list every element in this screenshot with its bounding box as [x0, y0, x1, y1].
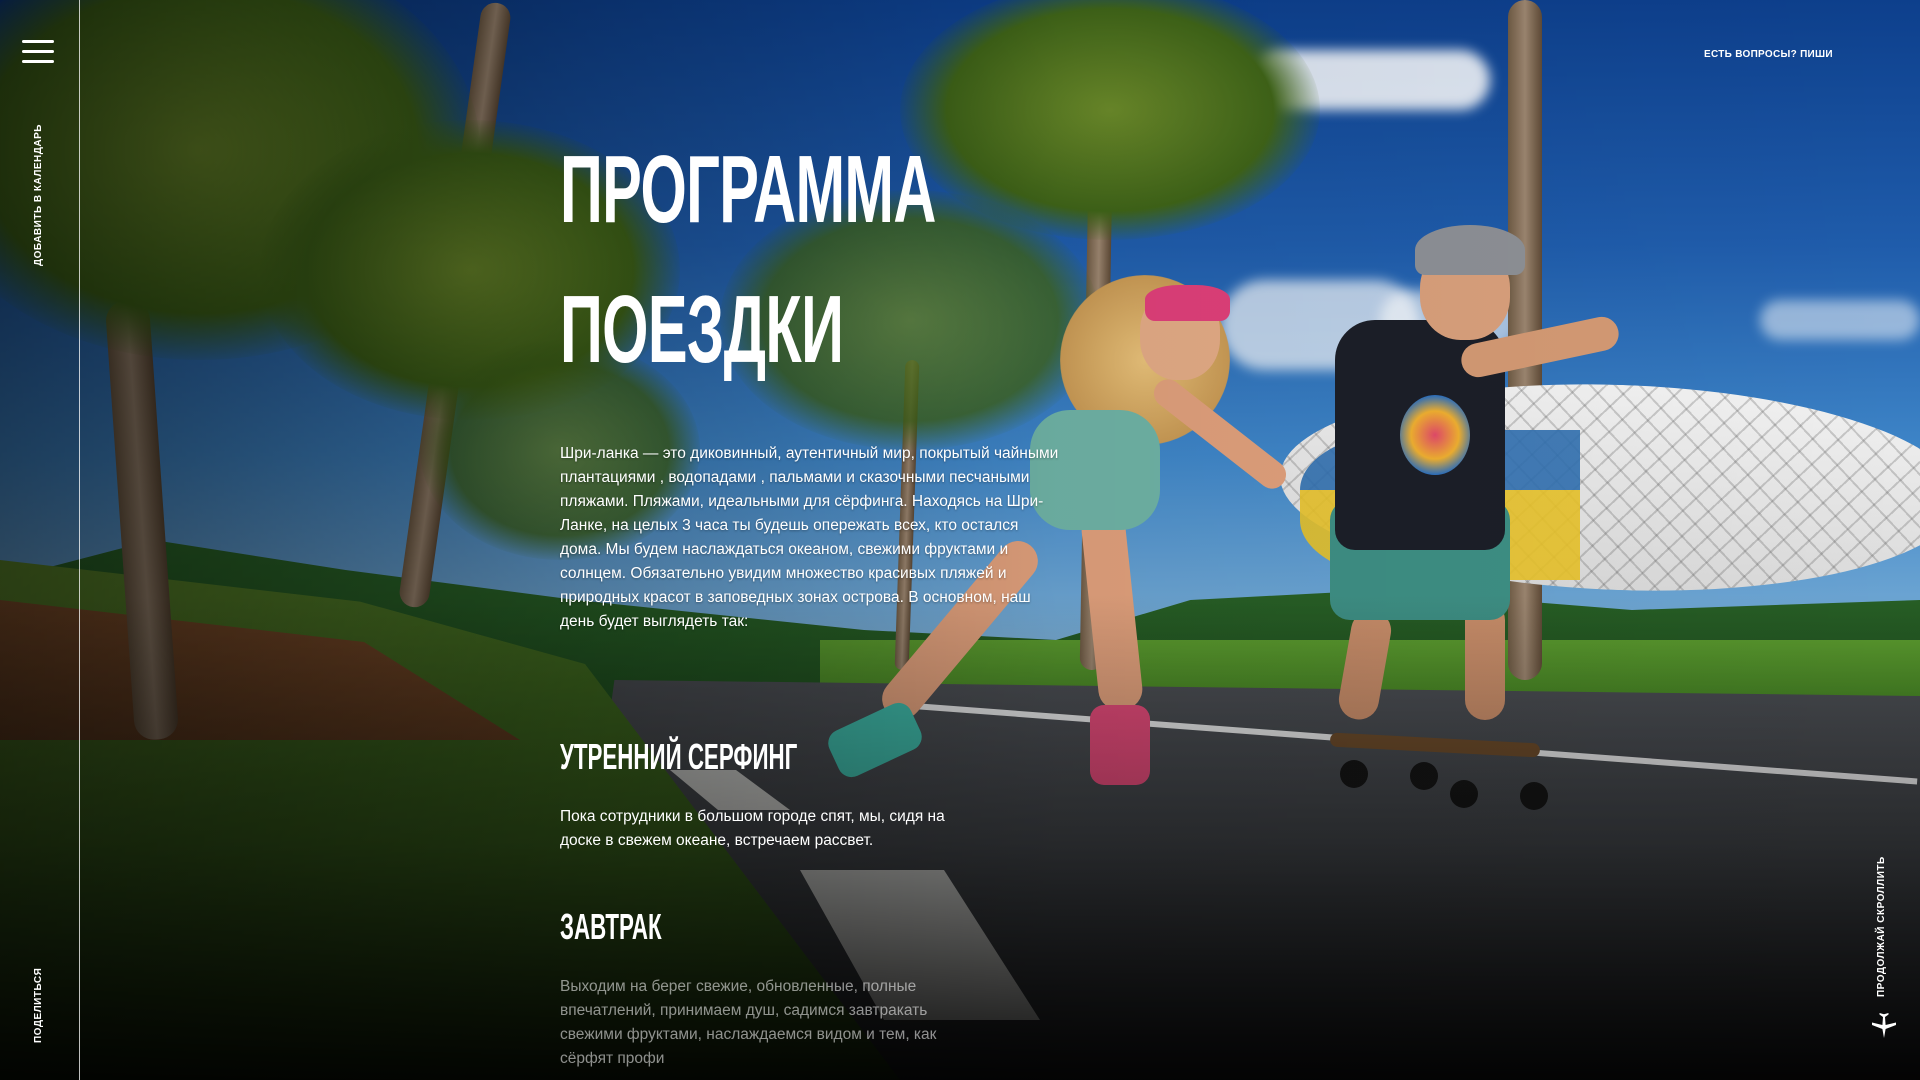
menu-bar — [22, 40, 54, 43]
airplane-icon[interactable] — [1870, 1012, 1898, 1040]
share-link[interactable]: ПОДЕЛИТЬСЯ — [33, 968, 44, 1043]
section-heading-morning-surfing: УТРЕННИЙ СЕРФИНГ — [560, 736, 798, 777]
page-title: ПРОГРАММА ПОЕЗДКИ — [560, 120, 936, 400]
page-title-line: ПОЕЗДКИ — [560, 276, 844, 383]
menu-bar — [22, 60, 54, 63]
section-text-morning-surfing: Пока сотрудники в большом городе спят, м… — [560, 808, 945, 849]
intro-paragraph: Шри-ланка — это диковинный, аутентичный … — [560, 445, 1059, 630]
hamburger-menu-icon[interactable] — [22, 40, 54, 64]
program-content: ПРОГРАММА ПОЕЗДКИ Шри-ланка — это дикови… — [560, 120, 1060, 1067]
section-heading-breakfast: ЗАВТРАК — [560, 906, 662, 947]
section-text-breakfast: Выходим на берег свежие, обновленные, по… — [560, 978, 937, 1067]
add-to-calendar-link[interactable]: ДОБАВИТЬ В КАЛЕНДАРЬ — [33, 124, 44, 266]
scroll-hint: ПРОДОЛЖАЙ СКРОЛЛИТЬ — [1876, 856, 1887, 997]
contact-link[interactable]: ЕСТЬ ВОПРОСЫ? ПИШИ — [1704, 49, 1833, 60]
menu-bar — [22, 50, 54, 53]
page-title-line: ПРОГРАММА — [560, 136, 936, 243]
